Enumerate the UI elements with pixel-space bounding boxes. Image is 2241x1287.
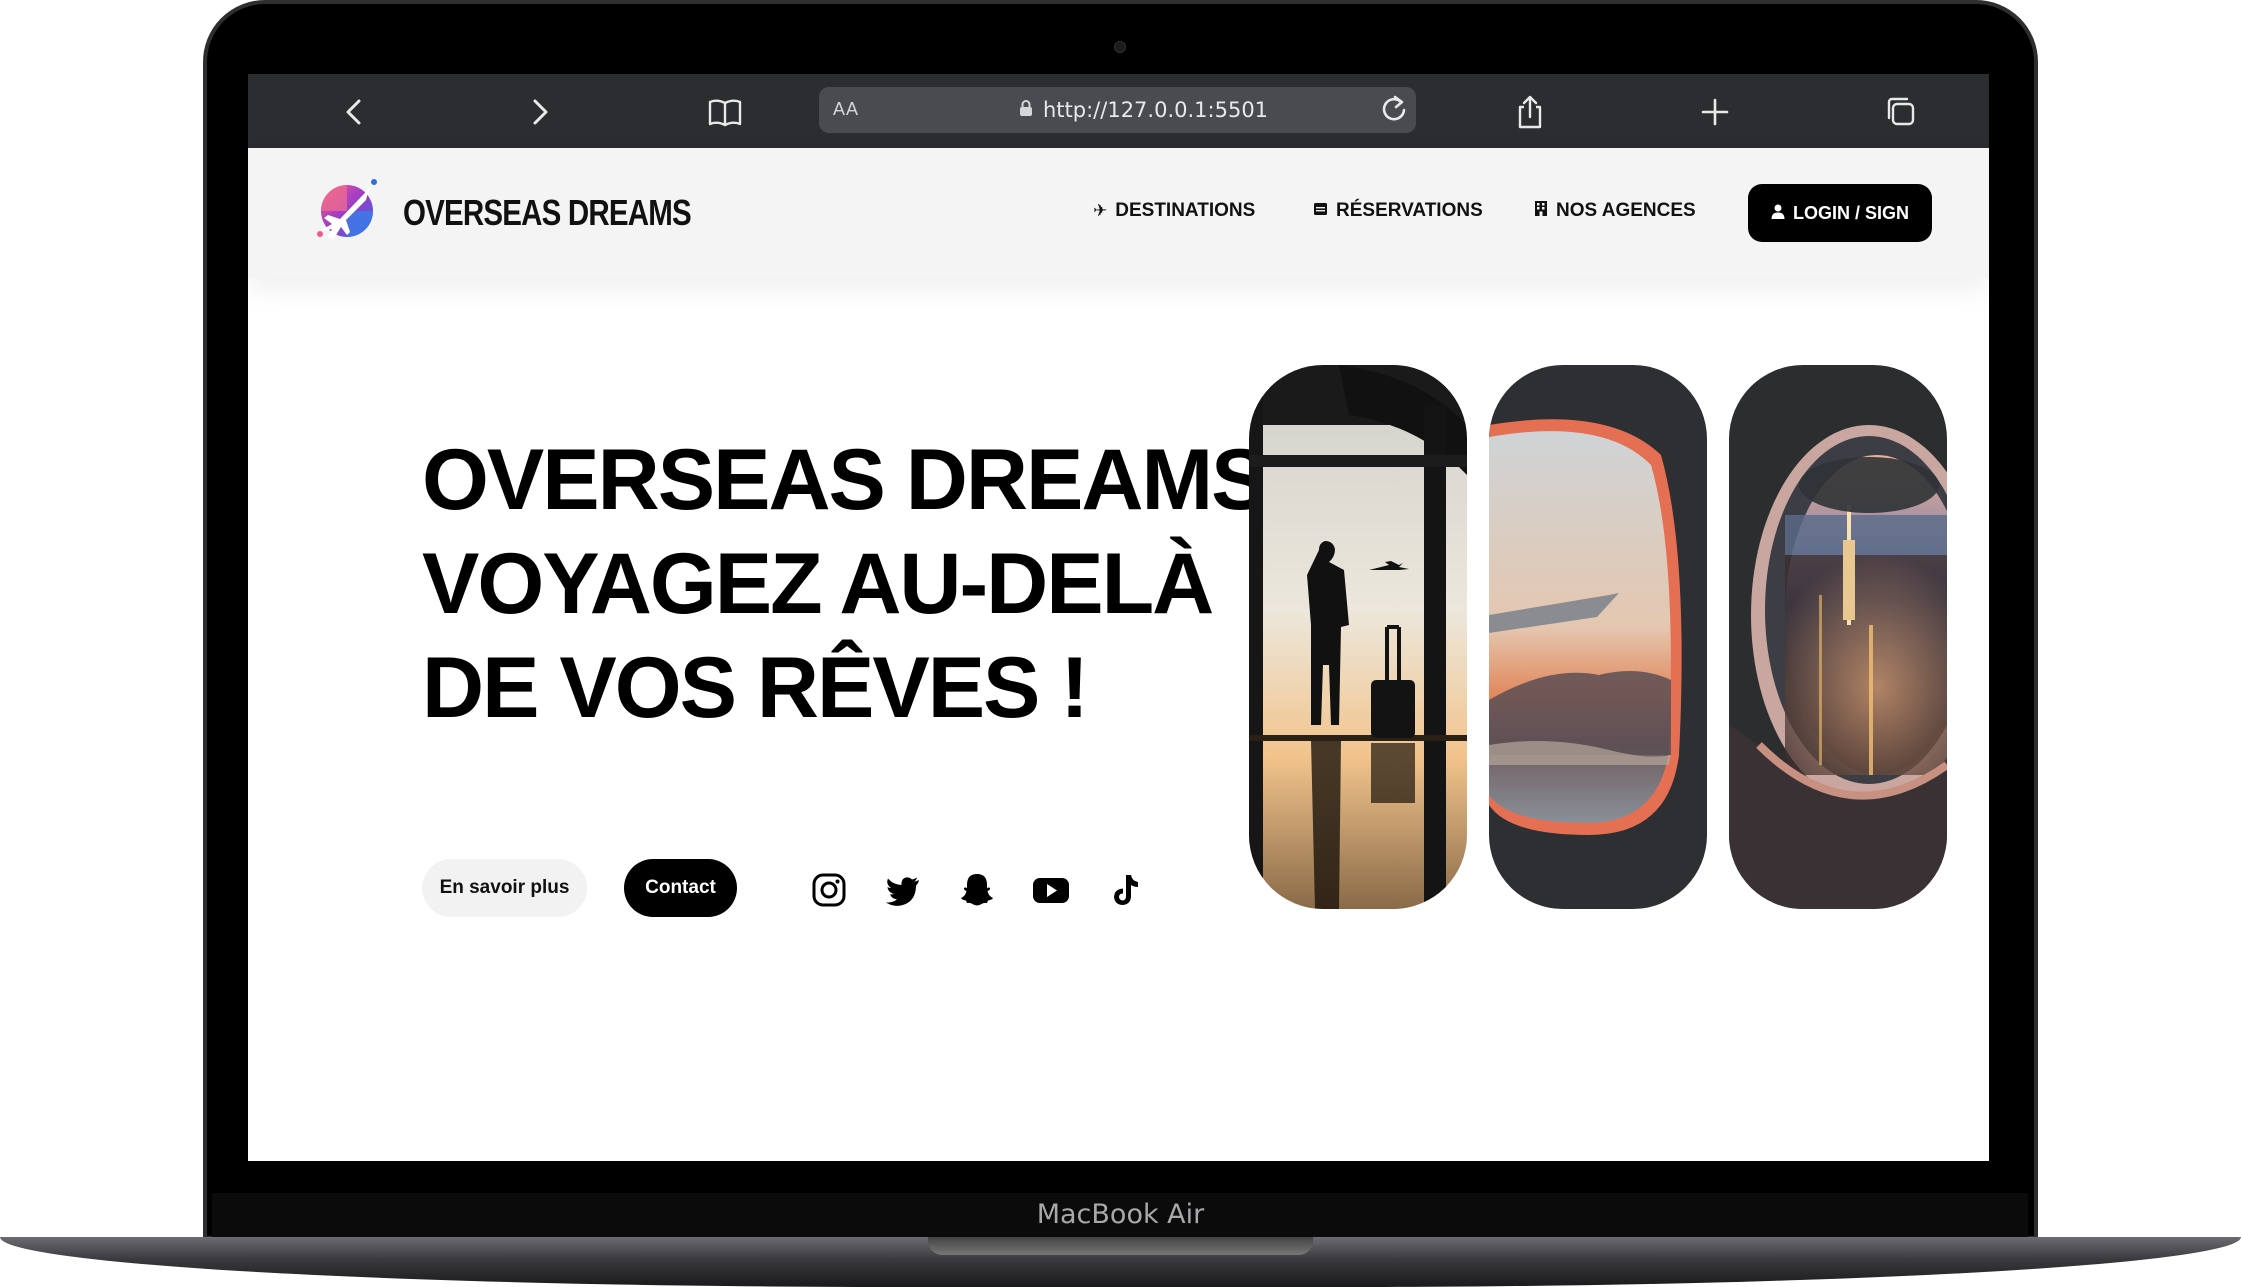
bookmarks-icon[interactable] — [705, 92, 745, 132]
photo-traveler-airport — [1249, 365, 1467, 909]
nav-destinations[interactable]: ✈ DESTINATIONS — [1093, 200, 1255, 222]
contact-button[interactable]: Contact — [624, 859, 737, 917]
nav-destinations-label: DESTINATIONS — [1115, 200, 1256, 221]
nav-reservations[interactable]: RÉSERVATIONS — [1313, 200, 1483, 222]
hero-line-2: VOYAGEZ AU-DELÀ — [422, 536, 1214, 632]
laptop-notch — [928, 1237, 1313, 1255]
nav-agences[interactable]: NOS AGENCES — [1534, 200, 1696, 222]
photo-plane-window-city — [1729, 365, 1947, 909]
hero-line-1: OVERSEAS DREAMS — [422, 432, 1269, 528]
twitter-icon[interactable] — [883, 870, 923, 910]
site-header: OVERSEAS DREAMS ✈ DESTINATIONS RÉSERVATI… — [248, 148, 1989, 278]
user-icon — [1771, 204, 1785, 223]
nav-reservations-label: RÉSERVATIONS — [1336, 200, 1483, 221]
address-bar[interactable]: AA http://127.0.0.1:5501 — [819, 87, 1416, 133]
photo-plane-window-sunset — [1489, 365, 1707, 909]
brand-name[interactable]: OVERSEAS DREAMS — [403, 192, 692, 234]
learn-more-button[interactable]: En savoir plus — [422, 859, 587, 917]
login-label: LOGIN / SIGN — [1792, 202, 1909, 223]
macbook-mockup: MacBook Air AA http://127.0.0.1:5501 OVE… — [0, 0, 2241, 1287]
nav-agences-label: NOS AGENCES — [1556, 200, 1696, 221]
instagram-icon[interactable] — [809, 870, 849, 910]
model-label: MacBook Air — [1036, 1199, 1205, 1230]
reload-icon[interactable] — [1379, 92, 1409, 133]
url-text: http://127.0.0.1:5501 — [1043, 98, 1269, 122]
login-button[interactable]: LOGIN / SIGN — [1748, 184, 1932, 242]
new-tab-icon[interactable] — [1695, 92, 1735, 132]
hero-line-3: DE VOS RÊVES ! — [422, 640, 1089, 736]
forward-icon[interactable] — [519, 92, 559, 132]
back-icon[interactable] — [335, 92, 375, 132]
lock-icon — [1019, 99, 1033, 122]
share-icon[interactable] — [1510, 92, 1550, 132]
camera-icon — [1114, 41, 1126, 53]
plane-icon: ✈ — [1093, 201, 1108, 221]
building-icon — [1534, 200, 1548, 222]
hero-title: OVERSEAS DREAMS VOYAGEZ AU-DELÀ DE VOS R… — [422, 428, 1302, 740]
tiktok-icon[interactable] — [1105, 870, 1145, 910]
youtube-icon[interactable] — [1031, 870, 1071, 910]
browser-toolbar: AA http://127.0.0.1:5501 — [248, 74, 1989, 148]
calendar-icon — [1313, 201, 1328, 221]
snapchat-icon[interactable] — [957, 870, 997, 910]
logo-icon[interactable] — [312, 174, 382, 244]
screen: AA http://127.0.0.1:5501 OVERSEAS DREAMS… — [248, 74, 1989, 1161]
tabs-overview-icon[interactable] — [1881, 92, 1921, 132]
text-size-button[interactable]: AA — [833, 99, 859, 120]
